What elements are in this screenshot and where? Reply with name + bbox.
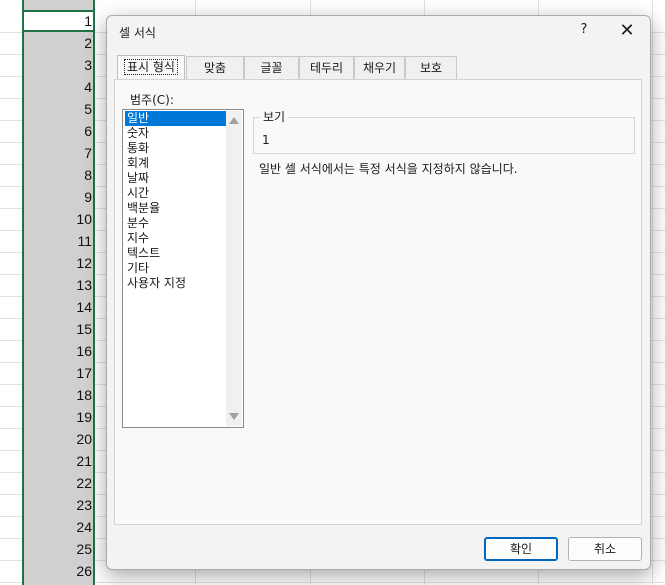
category-label: 범주(C): — [130, 93, 174, 107]
cell-value[interactable]: 7 — [24, 142, 92, 164]
cell-value[interactable]: 1 — [24, 10, 92, 32]
close-icon[interactable]: ✕ — [615, 20, 639, 44]
cell-value[interactable]: 4 — [24, 76, 92, 98]
cell-value[interactable]: 19 — [24, 406, 92, 428]
ok-button[interactable]: 확인 — [484, 537, 558, 561]
tab-fill[interactable]: 채우기 — [354, 56, 405, 80]
category-item[interactable]: 백분율 — [125, 201, 226, 216]
scroll-up-icon[interactable] — [229, 117, 239, 124]
preview-value: 1 — [262, 133, 270, 147]
cell-value[interactable]: 15 — [24, 318, 92, 340]
cell-value[interactable]: 16 — [24, 340, 92, 362]
cell-value[interactable]: 13 — [24, 274, 92, 296]
format-description: 일반 셀 서식에서는 특정 서식을 지정하지 않습니다. — [259, 162, 518, 176]
tab-number[interactable]: 표시 형식 — [117, 55, 185, 80]
column-gridline — [652, 0, 653, 585]
row-gridline — [0, 582, 665, 583]
category-item[interactable]: 사용자 지정 — [125, 276, 226, 291]
category-item[interactable]: 회계 — [125, 156, 226, 171]
category-item[interactable]: 분수 — [125, 216, 226, 231]
tab-label: 글꼴 — [260, 61, 283, 75]
cell-value[interactable]: 12 — [24, 252, 92, 274]
tab-font[interactable]: 글꼴 — [244, 56, 299, 80]
tab-panel: 범주(C): 일반 숫자 통화 회계 날짜 시간 백분율 분수 지수 텍스트 기… — [114, 79, 642, 525]
category-item[interactable]: 텍스트 — [125, 246, 226, 261]
category-item[interactable]: 통화 — [125, 141, 226, 156]
cell-value[interactable]: 17 — [24, 362, 92, 384]
help-icon[interactable]: ? — [576, 22, 592, 40]
cell-value[interactable]: 21 — [24, 450, 92, 472]
cell-value[interactable]: 6 — [24, 120, 92, 142]
selection-border — [93, 0, 95, 585]
tab-alignment[interactable]: 맞춤 — [186, 56, 244, 80]
tab-label: 맞춤 — [203, 61, 227, 75]
cell-value[interactable]: 20 — [24, 428, 92, 450]
category-item[interactable]: 날짜 — [125, 171, 226, 186]
category-listbox[interactable]: 일반 숫자 통화 회계 날짜 시간 백분율 분수 지수 텍스트 기타 사용자 지… — [122, 109, 244, 428]
cell-value[interactable]: 9 — [24, 186, 92, 208]
tab-border[interactable]: 테두리 — [299, 56, 354, 80]
category-item[interactable]: 지수 — [125, 231, 226, 246]
cell-value[interactable]: 8 — [24, 164, 92, 186]
cell-value[interactable]: 10 — [24, 208, 92, 230]
preview-label: 보기 — [260, 108, 289, 125]
cell-value[interactable]: 18 — [24, 384, 92, 406]
cell-value[interactable]: 14 — [24, 296, 92, 318]
category-item[interactable]: 숫자 — [125, 126, 226, 141]
cell-value[interactable]: 2 — [24, 32, 92, 54]
cell-value[interactable]: 23 — [24, 494, 92, 516]
cell-value[interactable]: 22 — [24, 472, 92, 494]
tab-label: 채우기 — [362, 61, 397, 75]
category-item[interactable]: 시간 — [125, 186, 226, 201]
preview-group — [253, 117, 635, 154]
tab-label: 보호 — [419, 61, 443, 75]
cell-value[interactable]: 25 — [24, 538, 92, 560]
cell-value[interactable]: 11 — [24, 230, 92, 252]
cancel-button[interactable]: 취소 — [568, 537, 642, 561]
category-item[interactable]: 일반 — [125, 111, 226, 126]
dialog-title: 셀 서식 — [119, 26, 156, 40]
cell-value[interactable]: 24 — [24, 516, 92, 538]
listbox-scrollbar[interactable] — [226, 111, 242, 426]
tab-label: 표시 형식 — [124, 59, 178, 75]
scroll-down-icon[interactable] — [229, 413, 239, 420]
tab-protection[interactable]: 보호 — [405, 56, 457, 80]
cell-value[interactable]: 5 — [24, 98, 92, 120]
cell-value[interactable]: 26 — [24, 560, 92, 582]
cell-value[interactable]: 3 — [24, 54, 92, 76]
category-item[interactable]: 기타 — [125, 261, 226, 276]
format-cells-dialog: 셀 서식 ? ✕ 표시 형식 맞춤 글꼴 테두리 채우기 보호 범주(C): 일… — [106, 15, 651, 570]
tab-label: 테두리 — [309, 61, 344, 75]
